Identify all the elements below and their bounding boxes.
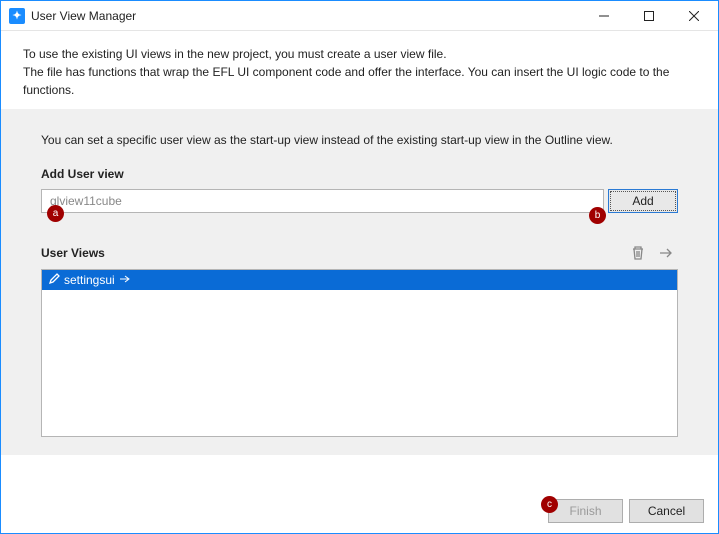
window-controls <box>581 1 716 31</box>
info-text: You can set a specific user view as the … <box>41 133 678 147</box>
annotation-badge-c: c <box>541 496 558 513</box>
delete-view-button[interactable] <box>626 241 650 265</box>
add-user-view-input[interactable] <box>41 189 604 213</box>
add-button[interactable]: Add <box>608 189 678 213</box>
header-description: To use the existing UI views in the new … <box>1 31 718 109</box>
user-views-header: User Views <box>41 241 678 265</box>
set-startup-button[interactable] <box>654 241 678 265</box>
minimize-button[interactable] <box>581 1 626 31</box>
dialog-footer: Finish Cancel <box>548 499 704 523</box>
list-item[interactable]: settingsui <box>42 270 677 290</box>
cancel-button[interactable]: Cancel <box>629 499 704 523</box>
pencil-icon <box>48 273 60 288</box>
arrow-right-icon <box>658 245 674 261</box>
close-button[interactable] <box>671 1 716 31</box>
titlebar: ✦ User View Manager <box>1 1 718 31</box>
startup-indicator-icon <box>119 273 131 288</box>
user-views-list[interactable]: settingsui <box>41 269 678 437</box>
add-user-view-label: Add User view <box>41 167 678 181</box>
header-line-2: The file has functions that wrap the EFL… <box>23 63 696 99</box>
main-panel: You can set a specific user view as the … <box>1 109 718 455</box>
maximize-button[interactable] <box>626 1 671 31</box>
trash-icon <box>630 245 646 261</box>
annotation-badge-a: a <box>47 205 64 222</box>
add-user-view-row: Add <box>41 189 678 213</box>
user-views-label: User Views <box>41 246 622 260</box>
window-title: User View Manager <box>31 9 136 23</box>
finish-button[interactable]: Finish <box>548 499 623 523</box>
app-icon: ✦ <box>9 8 25 24</box>
header-line-1: To use the existing UI views in the new … <box>23 45 696 63</box>
view-name: settingsui <box>64 273 115 287</box>
annotation-badge-b: b <box>589 207 606 224</box>
